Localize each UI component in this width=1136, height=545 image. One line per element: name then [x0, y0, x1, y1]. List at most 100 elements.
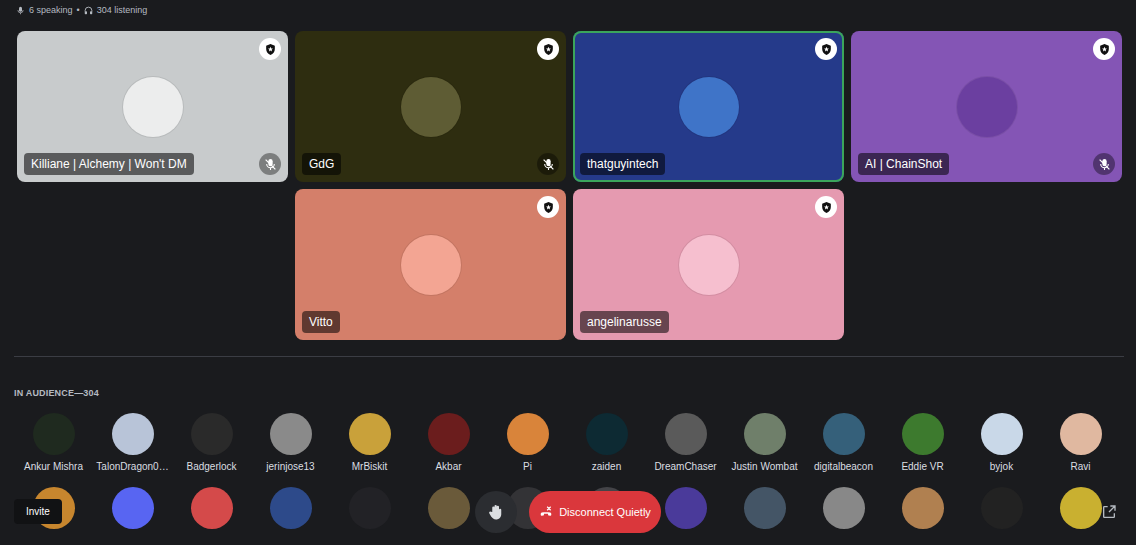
- member-avatar[interactable]: [744, 413, 786, 455]
- member-name: zaiden: [592, 460, 621, 473]
- raised-hand-icon: [487, 503, 505, 521]
- member-avatar[interactable]: [428, 487, 470, 529]
- audience-member[interactable]: byjok: [962, 413, 1041, 473]
- moderator-shield-icon: [542, 201, 555, 214]
- microphone-icon: [16, 6, 25, 15]
- audience-member[interactable]: DreamChaser: [646, 413, 725, 473]
- member-avatar[interactable]: [112, 413, 154, 455]
- member-avatar[interactable]: [665, 487, 707, 529]
- member-avatar[interactable]: [191, 487, 233, 529]
- speaker-tile[interactable]: angelinarusse: [573, 189, 844, 340]
- member-name: Pi: [523, 460, 532, 473]
- moderator-shield-icon: [259, 38, 281, 60]
- member-avatar[interactable]: [586, 413, 628, 455]
- audience-member[interactable]: [251, 487, 330, 529]
- audience-member[interactable]: Ankur Mishra: [14, 413, 93, 473]
- audience-member[interactable]: zaiden: [567, 413, 646, 473]
- tile-top: [580, 196, 837, 218]
- member-avatar[interactable]: [428, 413, 470, 455]
- member-avatar[interactable]: [507, 413, 549, 455]
- member-avatar[interactable]: [823, 487, 865, 529]
- member-avatar[interactable]: [349, 413, 391, 455]
- muted-microphone-icon: [542, 158, 555, 171]
- member-avatar[interactable]: [981, 413, 1023, 455]
- headphones-icon: [84, 6, 93, 15]
- audience-member[interactable]: [804, 487, 883, 529]
- mute-slot: [537, 153, 559, 175]
- tile-center: [302, 218, 559, 311]
- mute-slot: [815, 153, 837, 175]
- moderator-slot: [815, 196, 837, 218]
- member-avatar[interactable]: [349, 487, 391, 529]
- audience-member[interactable]: jerinjose13: [251, 413, 330, 473]
- moderator-shield-icon: [815, 196, 837, 218]
- tile-bottom: Killiane | Alchemy | Won't DM: [24, 153, 281, 175]
- member-avatar[interactable]: [902, 413, 944, 455]
- audience-member[interactable]: [962, 487, 1041, 529]
- speaker-avatar[interactable]: [123, 77, 183, 137]
- audience-member[interactable]: Pi: [488, 413, 567, 473]
- speaker-tile[interactable]: AI | ChainShot: [851, 31, 1122, 182]
- control-bar: Invite Disconnect Quietly: [0, 491, 1136, 533]
- member-name: Ankur Mishra: [24, 460, 83, 473]
- audience-member[interactable]: [93, 487, 172, 529]
- mute-slot: [259, 153, 281, 175]
- audience-member[interactable]: Eddie VR: [883, 413, 962, 473]
- muted-microphone-icon: [537, 153, 559, 175]
- audience-member[interactable]: Akbar: [409, 413, 488, 473]
- member-avatar[interactable]: [823, 413, 865, 455]
- audience-member[interactable]: [330, 487, 409, 529]
- moderator-shield-icon: [1093, 38, 1115, 60]
- audience-member[interactable]: digitalbeacon: [804, 413, 883, 473]
- speaker-tile[interactable]: Vitto: [295, 189, 566, 340]
- speaker-tile[interactable]: Killiane | Alchemy | Won't DM: [17, 31, 288, 182]
- audience-member[interactable]: [172, 487, 251, 529]
- member-avatar[interactable]: [112, 487, 154, 529]
- speaker-tile[interactable]: thatguyintech: [573, 31, 844, 182]
- member-avatar[interactable]: [744, 487, 786, 529]
- member-avatar[interactable]: [270, 413, 312, 455]
- tile-top: [580, 38, 837, 60]
- audience-member[interactable]: [883, 487, 962, 529]
- popout-icon: [1101, 504, 1117, 520]
- member-name: MrBiskit: [352, 460, 388, 473]
- speaker-avatar[interactable]: [957, 77, 1017, 137]
- member-avatar[interactable]: [33, 413, 75, 455]
- audience-member[interactable]: Badgerlock: [172, 413, 251, 473]
- muted-microphone-icon: [264, 158, 277, 171]
- disconnect-button[interactable]: Disconnect Quietly: [529, 491, 661, 533]
- tile-bottom: GdG: [302, 153, 559, 175]
- speaker-avatar[interactable]: [679, 77, 739, 137]
- tile-bottom: thatguyintech: [580, 153, 837, 175]
- raised-hand-icon: [487, 503, 505, 521]
- member-avatar[interactable]: [902, 487, 944, 529]
- tile-center: [580, 218, 837, 311]
- member-avatar[interactable]: [191, 413, 233, 455]
- muted-microphone-icon: [259, 153, 281, 175]
- raise-hand-button[interactable]: [475, 491, 517, 533]
- speaker-name: thatguyintech: [580, 153, 665, 175]
- member-avatar[interactable]: [665, 413, 707, 455]
- moderator-shield-icon: [1098, 43, 1111, 56]
- speaker-avatar[interactable]: [401, 235, 461, 295]
- tile-top: [858, 38, 1115, 60]
- speaker-avatar[interactable]: [401, 77, 461, 137]
- audience-member[interactable]: Ravi: [1041, 413, 1120, 473]
- audience-member[interactable]: MrBiskit: [330, 413, 409, 473]
- member-name: Justin Wombat: [732, 460, 798, 473]
- audience-member[interactable]: TalonDragon0…: [93, 413, 172, 473]
- member-name: Eddie VR: [901, 460, 943, 473]
- member-avatar[interactable]: [270, 487, 312, 529]
- popout-button[interactable]: [1100, 503, 1118, 521]
- invite-button[interactable]: Invite: [14, 499, 62, 524]
- speaking-count: 6 speaking: [29, 4, 73, 17]
- member-avatar[interactable]: [981, 487, 1023, 529]
- divider: [14, 356, 1124, 357]
- member-avatar[interactable]: [1060, 413, 1102, 455]
- speaker-tile[interactable]: GdG: [295, 31, 566, 182]
- member-avatar[interactable]: [1060, 487, 1102, 529]
- audience-member[interactable]: [725, 487, 804, 529]
- member-name: Badgerlock: [186, 460, 236, 473]
- speaker-avatar[interactable]: [679, 235, 739, 295]
- audience-member[interactable]: Justin Wombat: [725, 413, 804, 473]
